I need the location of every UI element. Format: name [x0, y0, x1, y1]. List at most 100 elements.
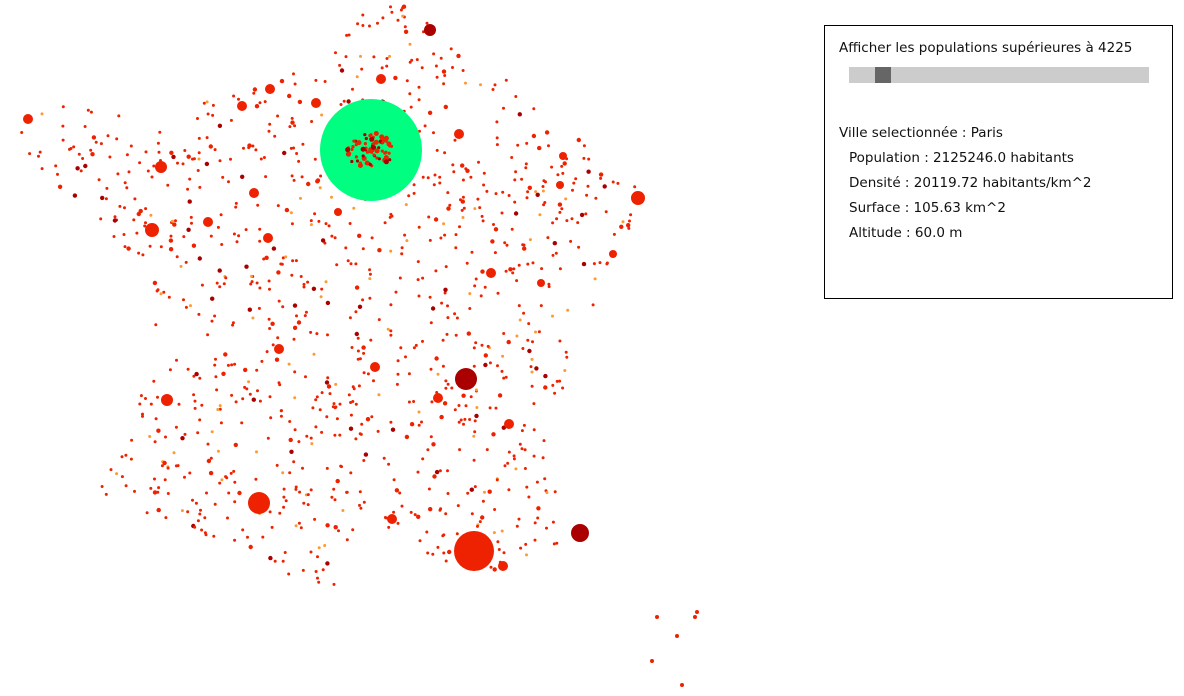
city-dot[interactable]: [257, 306, 261, 310]
city-dot[interactable]: [210, 296, 215, 301]
city-dot[interactable]: [109, 468, 113, 472]
city-dot[interactable]: [552, 542, 556, 546]
city-dot[interactable]: [317, 219, 321, 223]
city-dot[interactable]: [435, 75, 439, 79]
city-dot[interactable]: [394, 290, 398, 294]
city-dot[interactable]: [602, 184, 607, 189]
city-dot[interactable]: [594, 196, 598, 200]
city-dot[interactable]: [20, 131, 24, 134]
city-dot[interactable]: [442, 82, 446, 86]
city-dot[interactable]: [311, 406, 315, 410]
city-dot[interactable]: [444, 386, 448, 390]
city-dot[interactable]: [79, 169, 83, 173]
city-dot[interactable]: [205, 100, 209, 104]
city-dot[interactable]: [519, 546, 523, 550]
city-dot[interactable]: [599, 176, 603, 180]
city-dot[interactable]: [436, 372, 440, 376]
city-dot[interactable]: [332, 402, 336, 406]
city-dot[interactable]: [290, 222, 294, 226]
city-dot[interactable]: [478, 520, 482, 524]
city-dot[interactable]: [401, 14, 405, 18]
city-dot[interactable]: [154, 417, 158, 421]
city-dot[interactable]: [175, 358, 178, 362]
city-dot[interactable]: [158, 130, 162, 134]
city-dot[interactable]: [90, 152, 95, 157]
city-dot[interactable]: [262, 156, 266, 159]
city-dot[interactable]: [629, 213, 633, 217]
city-dot[interactable]: [532, 428, 536, 432]
city-dot[interactable]: [332, 487, 336, 491]
city-dot[interactable]: [348, 316, 352, 320]
city-dot[interactable]: [416, 514, 421, 519]
city-dot[interactable]: [333, 433, 337, 437]
city-dot[interactable]: [555, 217, 559, 221]
city-dot[interactable]: [569, 239, 573, 243]
city-dot[interactable]: [430, 306, 436, 311]
city-dot[interactable]: [354, 155, 358, 159]
city-dot[interactable]: [126, 246, 131, 251]
city-dot[interactable]: [162, 290, 166, 294]
city-dot[interactable]: [268, 555, 273, 561]
city-dot[interactable]: [449, 47, 453, 51]
city-dot[interactable]: [512, 457, 516, 461]
city-dot[interactable]: [598, 172, 604, 177]
city-dot[interactable]: [435, 148, 439, 152]
city-dot[interactable]: [135, 231, 139, 235]
city-dot[interactable]: [229, 157, 232, 161]
city-dot[interactable]: [451, 66, 454, 69]
city-dot[interactable]: [77, 152, 81, 156]
city-dot[interactable]: [389, 333, 393, 337]
city-dot[interactable]: [500, 369, 504, 373]
city-dot[interactable]: [266, 436, 270, 440]
city-dot[interactable]: [261, 535, 265, 539]
city-dot[interactable]: [394, 488, 400, 493]
city-dot[interactable]: [493, 227, 499, 232]
city-dot[interactable]: [626, 224, 630, 228]
city-dot[interactable]: [513, 178, 517, 182]
city-dot[interactable]: [325, 561, 330, 566]
city-dot[interactable]: [258, 286, 262, 290]
city-marker[interactable]: [556, 181, 564, 189]
city-dot[interactable]: [451, 163, 455, 167]
city-dot[interactable]: [335, 417, 339, 421]
city-dot[interactable]: [184, 260, 188, 264]
city-dot[interactable]: [330, 195, 333, 199]
city-dot[interactable]: [282, 495, 286, 499]
city-dot[interactable]: [444, 379, 448, 383]
city-dot[interactable]: [124, 453, 128, 457]
city-dot[interactable]: [409, 105, 413, 109]
city-dot[interactable]: [522, 246, 527, 251]
city-dot[interactable]: [183, 432, 187, 436]
city-dot[interactable]: [148, 244, 152, 248]
city-dot[interactable]: [474, 413, 479, 419]
city-dot[interactable]: [295, 152, 299, 155]
city-dot[interactable]: [443, 74, 447, 77]
city-dot[interactable]: [693, 615, 697, 619]
city-dot[interactable]: [152, 379, 156, 383]
city-dot[interactable]: [469, 487, 474, 492]
city-dot[interactable]: [334, 51, 337, 55]
city-dot[interactable]: [254, 148, 258, 152]
city-dot[interactable]: [89, 110, 93, 114]
city-dot[interactable]: [473, 419, 477, 423]
city-dot[interactable]: [587, 157, 591, 161]
city-dot[interactable]: [472, 364, 476, 368]
city-dot[interactable]: [91, 135, 97, 140]
city-dot[interactable]: [68, 147, 71, 151]
city-dot[interactable]: [530, 384, 534, 388]
city-dot[interactable]: [297, 521, 301, 525]
city-dot[interactable]: [495, 136, 499, 140]
city-dot[interactable]: [196, 519, 200, 523]
city-dot[interactable]: [89, 148, 93, 152]
city-dot[interactable]: [453, 312, 457, 316]
city-dot[interactable]: [409, 510, 413, 514]
city-dot[interactable]: [495, 478, 499, 482]
city-dot[interactable]: [506, 461, 510, 465]
city-dot[interactable]: [584, 212, 588, 216]
city-dot[interactable]: [515, 279, 519, 283]
city-dot[interactable]: [328, 392, 332, 396]
city-dot[interactable]: [532, 107, 536, 111]
city-dot[interactable]: [425, 530, 429, 534]
city-dot[interactable]: [335, 263, 339, 267]
city-dot[interactable]: [105, 186, 109, 190]
